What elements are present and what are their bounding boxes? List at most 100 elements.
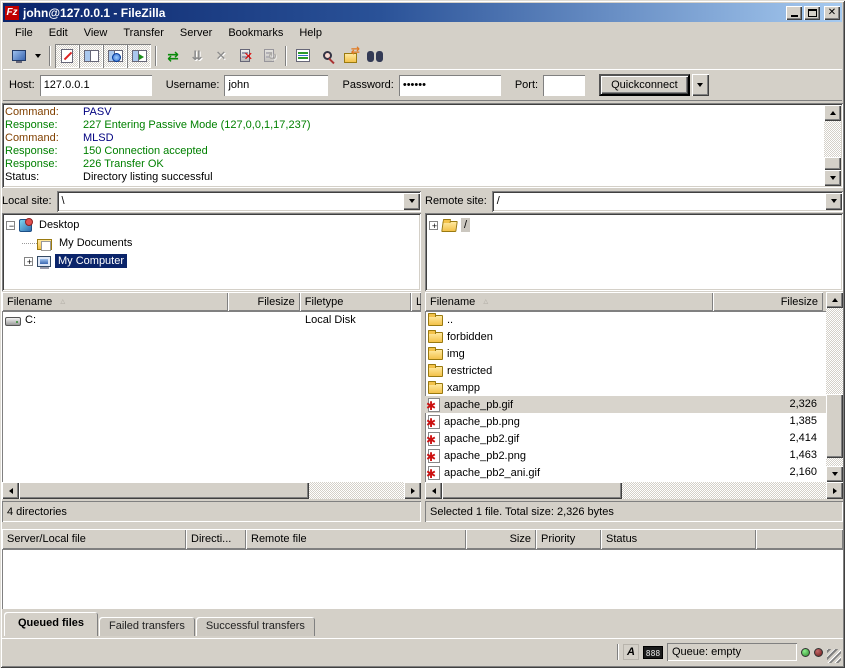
scroll-right-button[interactable] xyxy=(826,482,843,499)
folder-icon xyxy=(428,332,443,343)
scroll-up-button[interactable] xyxy=(826,292,843,308)
refresh-button[interactable]: ⇄ xyxy=(161,44,185,68)
tab-failed-transfers[interactable]: Failed transfers xyxy=(99,617,195,636)
column-header-direction[interactable]: Directi... xyxy=(186,529,246,549)
file-size: 1,463 xyxy=(713,447,823,464)
site-manager-button[interactable] xyxy=(7,44,31,68)
menu-edit[interactable]: Edit xyxy=(41,25,76,41)
log-scrollbar[interactable] xyxy=(824,105,841,186)
port-input[interactable] xyxy=(544,76,584,95)
collapse-expander[interactable] xyxy=(6,221,15,230)
menu-bookmarks[interactable]: Bookmarks xyxy=(220,25,291,41)
process-queue-button[interactable]: ⇊ xyxy=(185,44,209,68)
tab-queued-files[interactable]: Queued files xyxy=(4,612,98,636)
scroll-up-button[interactable] xyxy=(824,105,841,121)
directory-filters-button[interactable] xyxy=(291,44,315,68)
expand-expander[interactable] xyxy=(24,257,33,266)
scroll-thumb[interactable] xyxy=(442,482,622,499)
file-row[interactable]: xampp xyxy=(425,379,826,396)
scroll-track[interactable] xyxy=(826,308,843,466)
column-header-remote-file[interactable]: Remote file xyxy=(246,529,466,549)
expand-expander[interactable] xyxy=(429,221,438,230)
statusbar-separator xyxy=(617,644,619,660)
column-header-server-local-file[interactable]: Server/Local file xyxy=(2,529,186,549)
resize-grip[interactable] xyxy=(827,649,841,663)
remote-site-combobox[interactable]: / xyxy=(492,191,843,212)
combo-dropdown-button[interactable] xyxy=(403,193,420,210)
column-header-filesize[interactable]: Filesize xyxy=(228,292,300,311)
find-files-button[interactable] xyxy=(363,44,387,68)
column-header-size[interactable]: Size xyxy=(466,529,536,549)
menu-transfer[interactable]: Transfer xyxy=(115,25,172,41)
file-row[interactable]: apache_pb.png 1,385 xyxy=(425,413,826,430)
toggle-message-log-button[interactable] xyxy=(55,44,79,68)
file-row[interactable]: img xyxy=(425,345,826,362)
reconnect-button[interactable]: ↻ xyxy=(257,44,281,68)
file-row[interactable]: .. xyxy=(425,311,826,328)
scroll-down-button[interactable] xyxy=(826,466,843,482)
tree-item-my-documents[interactable]: My Documents xyxy=(4,234,419,252)
toggle-queue-button[interactable] xyxy=(127,44,151,68)
close-button[interactable]: ✕ xyxy=(824,6,840,20)
tree-item-desktop[interactable]: Desktop xyxy=(4,216,419,234)
menu-view[interactable]: View xyxy=(76,25,116,41)
queue-list[interactable] xyxy=(2,549,843,609)
directory-comparison-button[interactable] xyxy=(315,44,339,68)
column-header-filesize[interactable]: Filesize xyxy=(713,292,823,311)
column-header-filename[interactable]: Filename▵ xyxy=(425,292,713,311)
scroll-thumb[interactable] xyxy=(824,157,841,170)
title-bar[interactable]: Fz john@127.0.0.1 - FileZilla ✕ xyxy=(3,3,842,22)
quickconnect-dropdown-button[interactable] xyxy=(692,74,709,96)
log-line: Response:150 Connection accepted xyxy=(5,145,823,158)
sort-ascending-icon: ▵ xyxy=(60,296,65,307)
tree-item-root[interactable]: / xyxy=(427,216,841,234)
site-manager-dropdown-button[interactable] xyxy=(31,44,45,68)
menu-file[interactable]: File xyxy=(7,25,41,41)
username-input[interactable] xyxy=(225,76,327,95)
cancel-icon: ✕ xyxy=(216,49,227,62)
maximize-button[interactable] xyxy=(804,6,820,20)
disconnect-button[interactable]: ✕ xyxy=(233,44,257,68)
file-row[interactable]: apache_pb2_ani.gif 2,160 xyxy=(425,464,826,481)
scroll-track[interactable] xyxy=(824,121,841,170)
quickconnect-button[interactable]: Quickconnect xyxy=(599,74,690,96)
toggle-local-tree-button[interactable] xyxy=(79,44,103,68)
tree-item-label-selected: My Computer xyxy=(55,254,127,268)
scroll-left-button[interactable] xyxy=(425,482,442,499)
menu-server[interactable]: Server xyxy=(172,25,220,41)
scroll-thumb[interactable] xyxy=(19,482,309,499)
scroll-right-button[interactable] xyxy=(404,482,421,499)
tab-successful-transfers[interactable]: Successful transfers xyxy=(196,617,315,636)
my-documents-icon xyxy=(37,239,52,250)
password-input[interactable] xyxy=(400,76,500,95)
column-header-lastmodified[interactable]: L xyxy=(411,292,421,311)
host-input[interactable] xyxy=(41,76,151,95)
toggle-remote-tree-button[interactable] xyxy=(103,44,127,68)
column-header-filename[interactable]: Filename▵ xyxy=(2,292,228,311)
splitter-vertical[interactable] xyxy=(421,190,425,522)
remote-list-scrollbar[interactable] xyxy=(826,292,843,482)
local-list-hscrollbar[interactable] xyxy=(2,482,421,499)
minimize-button[interactable] xyxy=(786,6,802,20)
file-row[interactable]: forbidden xyxy=(425,328,826,345)
scroll-track[interactable] xyxy=(442,482,826,499)
column-header-priority[interactable]: Priority xyxy=(536,529,601,549)
file-row[interactable]: apache_pb2.png 1,463 xyxy=(425,447,826,464)
file-row[interactable]: restricted xyxy=(425,362,826,379)
scroll-down-button[interactable] xyxy=(824,170,841,186)
local-site-combobox[interactable]: \ xyxy=(57,191,421,212)
combo-dropdown-button[interactable] xyxy=(825,193,842,210)
menu-help[interactable]: Help xyxy=(291,25,330,41)
tree-item-my-computer[interactable]: My Computer xyxy=(4,252,419,270)
scroll-thumb[interactable] xyxy=(826,394,843,458)
file-row-selected[interactable]: apache_pb.gif 2,326 xyxy=(425,396,826,413)
file-row[interactable]: C: Local Disk xyxy=(2,311,421,328)
column-header-status[interactable]: Status xyxy=(601,529,756,549)
synchronized-browsing-button[interactable] xyxy=(339,44,363,68)
scroll-track[interactable] xyxy=(19,482,404,499)
file-row[interactable]: apache_pb2.gif 2,414 xyxy=(425,430,826,447)
cancel-operation-button[interactable]: ✕ xyxy=(209,44,233,68)
remote-list-hscrollbar[interactable] xyxy=(425,482,843,499)
scroll-left-button[interactable] xyxy=(2,482,19,499)
column-header-filetype[interactable]: Filetype xyxy=(300,292,411,311)
